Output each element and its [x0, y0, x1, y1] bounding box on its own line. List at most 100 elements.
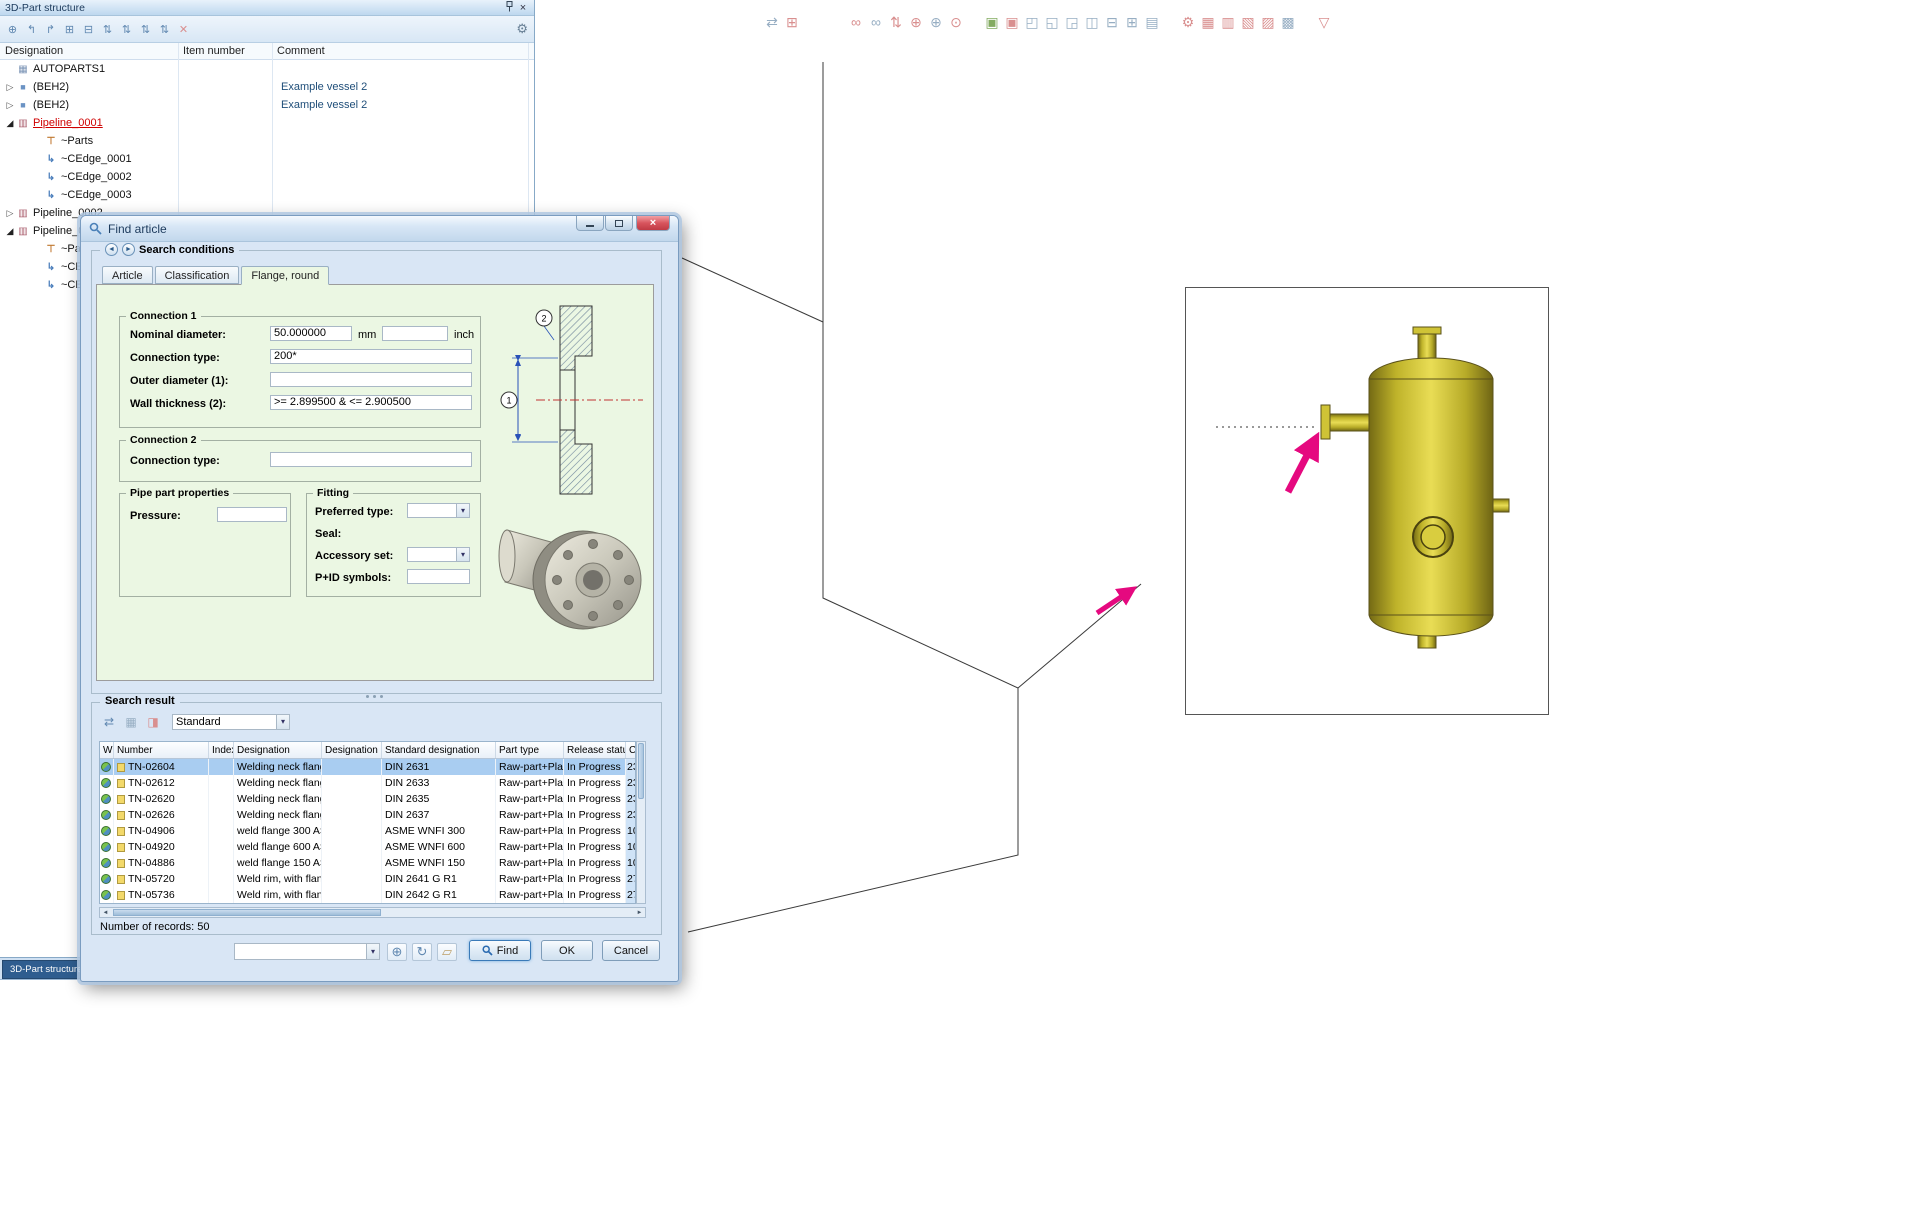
scrollbar-thumb[interactable] [113, 909, 381, 916]
vertical-scrollbar[interactable] [636, 741, 646, 904]
cancel-button[interactable]: Cancel [602, 940, 660, 961]
refresh-results-icon[interactable]: ⇄ [100, 713, 118, 730]
outer-diameter-field[interactable] [270, 372, 472, 387]
filter-icon[interactable]: ▽ [1314, 12, 1334, 32]
nominal-diameter-mm-field[interactable]: 50.000000 [270, 326, 352, 341]
unlink-icon[interactable]: ∞ [866, 12, 886, 32]
cube-section-icon[interactable]: ⊟ [1102, 12, 1122, 32]
cube-front-icon[interactable]: ◱ [1042, 12, 1062, 32]
tree-item-label[interactable]: (BEH2) [33, 99, 69, 111]
cube-side-icon[interactable]: ◲ [1062, 12, 1082, 32]
tree-item-label[interactable]: Pipeline_0001 [33, 117, 103, 129]
expand-all-icon[interactable]: ⊞ [61, 21, 78, 38]
tree-item-label[interactable]: ~CEdge_0002 [61, 171, 132, 183]
search-part-icon[interactable]: ⊕ [926, 12, 946, 32]
clear-icon[interactable]: ▱ [437, 943, 457, 961]
result-row[interactable]: TN-04920 weld flange 600 ASME ASME WNFI … [100, 839, 635, 855]
tree-item-label[interactable]: (BEH2) [33, 81, 69, 93]
sort-updown-icon[interactable]: ⇅ [99, 21, 116, 38]
new-part-icon[interactable]: ▣ [982, 12, 1002, 32]
reset-icon[interactable]: ↻ [412, 943, 432, 961]
saved-search-select[interactable]: ▾ [234, 943, 380, 960]
pattern-b-icon[interactable]: ▥ [1218, 12, 1238, 32]
result-column-header[interactable]: C [626, 742, 635, 758]
column-header-item-number[interactable]: Item number [178, 45, 272, 57]
remove-sort-icon[interactable]: ✕ [175, 21, 192, 38]
pattern-c-icon[interactable]: ▧ [1238, 12, 1258, 32]
pid-symbols-field[interactable] [407, 569, 470, 584]
preferred-type-select[interactable]: ▾ [407, 503, 470, 518]
tree-row[interactable]: ~CEdge_0003 [0, 186, 534, 204]
result-filter-select[interactable]: Standard ▾ [172, 714, 290, 730]
jump-parent-icon[interactable]: ↰ [23, 21, 40, 38]
pressure-field[interactable] [217, 507, 287, 522]
sort-custom-icon[interactable]: ⇅ [156, 21, 173, 38]
find-button[interactable]: Find [469, 940, 531, 961]
result-row[interactable]: TN-05736 Weld rim, with flange DIN 2642 … [100, 887, 635, 903]
tree-row[interactable]: ~CEdge_0001 [0, 150, 534, 168]
dock-tab[interactable]: 3D-Part structure [2, 960, 90, 979]
splitter-handle[interactable] [366, 695, 383, 698]
delete-part-icon[interactable]: ▣ [1002, 12, 1022, 32]
tree-row[interactable]: AUTOPARTS1 [0, 60, 534, 78]
cube-grid-icon[interactable]: ⊞ [1122, 12, 1142, 32]
clipboard-icon[interactable]: ⊞ [782, 12, 802, 32]
tab-classification[interactable]: Classification [155, 266, 240, 284]
result-column-header[interactable]: Number [114, 742, 209, 758]
horizontal-scrollbar[interactable]: ◄ ► [99, 907, 646, 918]
tree-row[interactable]: (BEH2) Example vessel 2 [0, 78, 534, 96]
expander-icon[interactable] [4, 226, 16, 237]
sort-name-icon[interactable]: ⇅ [137, 21, 154, 38]
ok-button[interactable]: OK [541, 940, 593, 961]
tree-item-label[interactable]: ~CEdge_0003 [61, 189, 132, 201]
connection2-type-field[interactable] [270, 452, 472, 467]
tree-item-label[interactable]: ~CEdge_0001 [61, 153, 132, 165]
cube-stack-icon[interactable]: ▤ [1142, 12, 1162, 32]
jump-child-icon[interactable]: ↱ [42, 21, 59, 38]
column-header-designation[interactable]: Designation [0, 45, 178, 57]
result-row[interactable]: TN-02604 Welding neck flange DIN 2631 Ra… [100, 759, 635, 775]
column-header-comment[interactable]: Comment [272, 45, 528, 57]
result-row[interactable]: TN-04906 weld flange 300 ASME ASME WNFI … [100, 823, 635, 839]
catalog-icon[interactable]: ◨ [144, 713, 162, 730]
dialog-titlebar[interactable]: Find article × [81, 216, 678, 242]
result-row[interactable]: TN-02612 Welding neck flange DIN 2633 Ra… [100, 775, 635, 791]
tab-article[interactable]: Article [102, 266, 153, 284]
result-column-header[interactable]: W [100, 742, 114, 758]
pattern-d-icon[interactable]: ▨ [1258, 12, 1278, 32]
close-icon[interactable]: × [516, 2, 530, 14]
locate-icon[interactable]: ⊙ [946, 12, 966, 32]
result-column-header[interactable]: Standard designation [382, 742, 496, 758]
cube-top-icon[interactable]: ◰ [1022, 12, 1042, 32]
panel-titlebar[interactable]: 3D-Part structure × [0, 0, 534, 16]
wall-thickness-field[interactable]: >= 2.899500 & <= 2.900500 [270, 395, 472, 410]
tree-row[interactable]: Pipeline_0001 [0, 114, 534, 132]
find-part-icon[interactable]: ⊕ [4, 21, 21, 38]
pattern-a-icon[interactable]: ▦ [1198, 12, 1218, 32]
sync-icon[interactable]: ⇅ [886, 12, 906, 32]
result-row[interactable]: TN-02620 Welding neck flange DIN 2635 Ra… [100, 791, 635, 807]
tree-row[interactable]: ~Parts [0, 132, 534, 150]
search-plus-icon[interactable]: ⊕ [906, 12, 926, 32]
scroll-left-arrow[interactable]: ◄ [100, 910, 111, 916]
result-column-header[interactable]: Index [209, 742, 234, 758]
close-button[interactable]: × [636, 216, 670, 231]
prev-condition-button[interactable]: ◄ [105, 243, 118, 256]
maximize-button[interactable] [605, 216, 633, 231]
result-column-header[interactable]: Release status [564, 742, 626, 758]
next-condition-button[interactable]: ► [122, 243, 135, 256]
pin-icon[interactable] [502, 1, 516, 15]
result-row[interactable]: TN-02626 Welding neck flange DIN 2637 Ra… [100, 807, 635, 823]
gear-icon[interactable]: ⚙ [516, 21, 528, 37]
sort-structure-icon[interactable]: ⇅ [118, 21, 135, 38]
expander-icon[interactable] [4, 82, 16, 93]
search-options-icon[interactable]: ⊕ [387, 943, 407, 961]
result-row[interactable]: TN-05720 Weld rim, with flange DIN 2641 … [100, 871, 635, 887]
transfer-icon[interactable]: ⇄ [762, 12, 782, 32]
connection-type-field[interactable]: 200* [270, 349, 472, 364]
expander-icon[interactable] [4, 118, 16, 129]
tab-flange-round[interactable]: Flange, round [241, 266, 329, 285]
result-column-header[interactable]: Designation [234, 742, 322, 758]
result-column-header[interactable]: Designation [322, 742, 382, 758]
pattern-e-icon[interactable]: ▩ [1278, 12, 1298, 32]
